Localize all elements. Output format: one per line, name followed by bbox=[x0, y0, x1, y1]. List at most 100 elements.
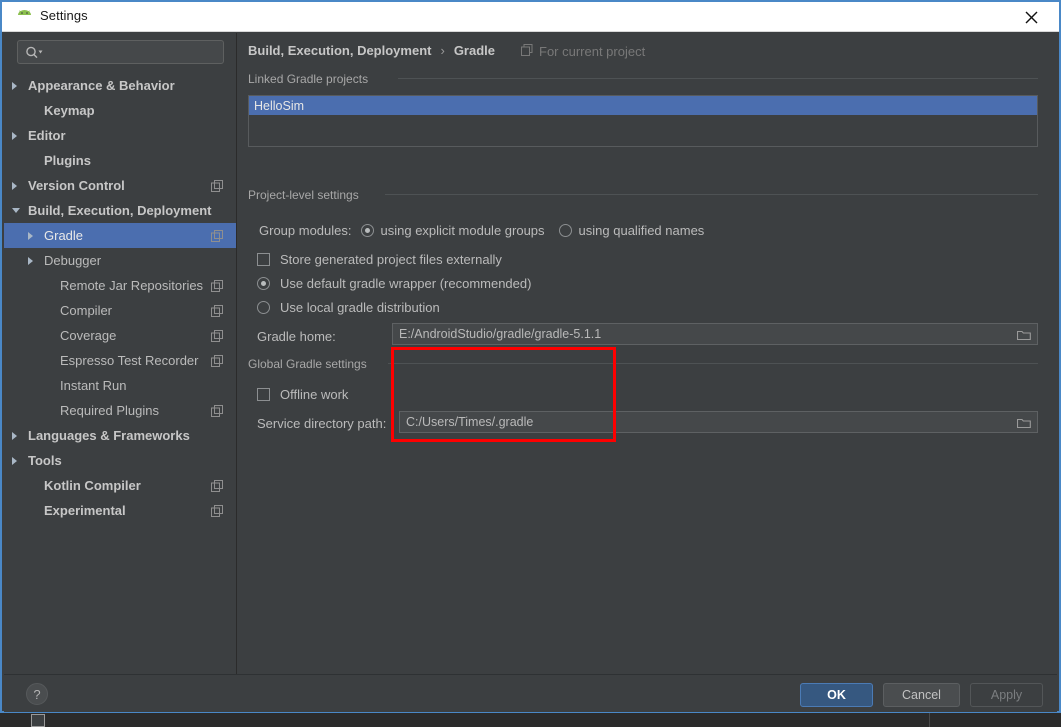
search-input[interactable] bbox=[17, 40, 224, 64]
service-directory-label: Service directory path: bbox=[257, 416, 387, 431]
copy-settings-icon[interactable] bbox=[211, 279, 223, 297]
sidebar-item-editor[interactable]: Editor bbox=[4, 123, 236, 148]
sidebar-item-label: Compiler bbox=[60, 303, 113, 318]
settings-tree: Appearance & Behavior Keymap Editor Plugins… bbox=[4, 73, 236, 674]
sidebar-item-label: Tools bbox=[28, 453, 62, 468]
sidebar-item-tools[interactable]: Tools bbox=[4, 448, 236, 473]
sidebar-item-languages-frameworks[interactable]: Languages & Frameworks bbox=[4, 423, 236, 448]
group-modules-label: Group modules: bbox=[259, 223, 352, 238]
local-distribution-row: Use local gradle distribution bbox=[257, 300, 440, 315]
gradle-home-input[interactable]: E:/AndroidStudio/gradle/gradle-5.1.1 bbox=[392, 323, 1038, 345]
sidebar-item-label: Coverage bbox=[60, 328, 117, 343]
radio-label-qualified-names[interactable]: using qualified names bbox=[579, 223, 705, 238]
sidebar-item-plugins[interactable]: Plugins bbox=[4, 148, 236, 173]
copy-settings-icon[interactable] bbox=[211, 479, 223, 497]
sidebar-item-label: Kotlin Compiler bbox=[44, 478, 141, 493]
checkbox-offline-work[interactable] bbox=[257, 388, 270, 401]
folder-browse-icon[interactable] bbox=[1016, 416, 1031, 434]
radio-use-default-gradle-wrapper[interactable] bbox=[257, 277, 270, 290]
copy-settings-icon[interactable] bbox=[211, 504, 223, 522]
service-directory-input[interactable]: C:/Users/Times/.gradle bbox=[399, 411, 1038, 433]
group-modules-row: Group modules: using explicit module gro… bbox=[259, 223, 704, 238]
copy-settings-icon[interactable] bbox=[211, 404, 223, 422]
copy-settings-icon[interactable] bbox=[211, 304, 223, 322]
radio-label-default-wrapper[interactable]: Use default gradle wrapper (recommended) bbox=[280, 276, 531, 291]
copy-settings-icon[interactable] bbox=[211, 329, 223, 347]
title-bar: Settings bbox=[2, 2, 1059, 32]
sidebar-item-required-plugins[interactable]: Required Plugins bbox=[4, 398, 236, 423]
chevron-right-icon[interactable] bbox=[28, 231, 33, 240]
sidebar-item-appearance-behavior[interactable]: Appearance & Behavior bbox=[4, 73, 236, 98]
sidebar-item-label: Espresso Test Recorder bbox=[60, 353, 199, 368]
checkbox-label-store-externally[interactable]: Store generated project files externally bbox=[280, 252, 502, 267]
cancel-button[interactable]: Cancel bbox=[883, 683, 960, 707]
sidebar-item-label: Gradle bbox=[44, 228, 84, 243]
chevron-right-icon[interactable] bbox=[12, 456, 17, 465]
sidebar-item-label: Required Plugins bbox=[60, 403, 160, 418]
close-icon[interactable] bbox=[1011, 2, 1051, 32]
global-settings-group-title: Global Gradle settings bbox=[248, 357, 374, 371]
linked-projects-divider bbox=[398, 78, 1038, 79]
sidebar-item-version-control[interactable]: Version Control bbox=[4, 173, 236, 198]
taskbar-icon[interactable] bbox=[31, 714, 45, 727]
folder-browse-icon[interactable] bbox=[1016, 328, 1031, 346]
sidebar-item-label: Version Control bbox=[28, 178, 125, 193]
radio-use-local-gradle-distribution[interactable] bbox=[257, 301, 270, 314]
sidebar-item-build-execution-deployment[interactable]: Build, Execution, Deployment bbox=[4, 198, 236, 223]
breadcrumb-leaf: Gradle bbox=[453, 43, 495, 58]
project-scope-label: For current project bbox=[539, 44, 646, 59]
sidebar-item-gradle[interactable]: Gradle bbox=[4, 223, 236, 248]
help-button[interactable]: ? bbox=[26, 683, 48, 705]
radio-label-explicit-groups[interactable]: using explicit module groups bbox=[381, 223, 545, 238]
copy-settings-icon[interactable] bbox=[211, 229, 223, 247]
gradle-home-label: Gradle home: bbox=[257, 329, 336, 344]
sidebar-item-espresso-test-recorder[interactable]: Espresso Test Recorder bbox=[4, 348, 236, 373]
breadcrumb-separator-icon: › bbox=[440, 43, 445, 58]
sidebar-item-debugger[interactable]: Debugger bbox=[4, 248, 236, 273]
offline-work-row: Offline work bbox=[257, 387, 348, 402]
chevron-down-icon[interactable] bbox=[12, 208, 20, 213]
dialog-footer: ? OK Cancel Apply bbox=[4, 674, 1057, 712]
project-level-divider bbox=[385, 194, 1038, 195]
gradle-settings-panel: Build, Execution, Deployment › Gradle Fo… bbox=[238, 33, 1057, 674]
sidebar-item-instant-run[interactable]: Instant Run bbox=[4, 373, 236, 398]
store-externally-row: Store generated project files externally bbox=[257, 252, 502, 267]
sidebar-item-label: Debugger bbox=[44, 253, 102, 268]
service-directory-value: C:/Users/Times/.gradle bbox=[406, 415, 534, 429]
radio-label-local-distribution[interactable]: Use local gradle distribution bbox=[280, 300, 440, 315]
apply-button[interactable]: Apply bbox=[970, 683, 1043, 707]
sidebar-item-coverage[interactable]: Coverage bbox=[4, 323, 236, 348]
linked-projects-group-title: Linked Gradle projects bbox=[248, 72, 376, 86]
list-item[interactable]: HelloSim bbox=[249, 96, 1037, 115]
sidebar-item-label: Build, Execution, Deployment bbox=[28, 203, 212, 218]
breadcrumb: Build, Execution, Deployment › Gradle bbox=[248, 43, 495, 58]
chevron-right-icon[interactable] bbox=[12, 181, 17, 190]
os-taskbar-strip bbox=[0, 713, 1061, 727]
sidebar-item-label: Instant Run bbox=[60, 378, 127, 393]
checkbox-store-generated-externally[interactable] bbox=[257, 253, 270, 266]
copy-settings-icon[interactable] bbox=[211, 179, 223, 197]
sidebar-item-compiler[interactable]: Compiler bbox=[4, 298, 236, 323]
sidebar-item-kotlin-compiler[interactable]: Kotlin Compiler bbox=[4, 473, 236, 498]
linked-gradle-projects-list[interactable]: HelloSim bbox=[248, 95, 1038, 147]
taskbar-divider bbox=[929, 713, 930, 727]
settings-sidebar: Appearance & Behavior Keymap Editor Plugins… bbox=[4, 33, 237, 674]
sidebar-item-remote-jar-repositories[interactable]: Remote Jar Repositories bbox=[4, 273, 236, 298]
sidebar-item-label: Keymap bbox=[44, 103, 95, 118]
chevron-right-icon[interactable] bbox=[28, 256, 33, 265]
chevron-right-icon[interactable] bbox=[12, 81, 17, 90]
sidebar-item-label: Appearance & Behavior bbox=[28, 78, 175, 93]
chevron-right-icon[interactable] bbox=[12, 431, 17, 440]
sidebar-item-experimental[interactable]: Experimental bbox=[4, 498, 236, 523]
project-level-group-title: Project-level settings bbox=[248, 188, 366, 202]
ok-button[interactable]: OK bbox=[800, 683, 873, 707]
checkbox-label-offline-work[interactable]: Offline work bbox=[280, 387, 348, 402]
chevron-right-icon[interactable] bbox=[12, 131, 17, 140]
gradle-home-value: E:/AndroidStudio/gradle/gradle-5.1.1 bbox=[399, 327, 602, 341]
android-icon bbox=[16, 10, 33, 24]
breadcrumb-parent[interactable]: Build, Execution, Deployment bbox=[248, 43, 431, 58]
radio-using-explicit-module-groups[interactable] bbox=[360, 224, 374, 237]
copy-settings-icon[interactable] bbox=[211, 354, 223, 372]
radio-using-qualified-names[interactable] bbox=[558, 224, 572, 237]
sidebar-item-keymap[interactable]: Keymap bbox=[4, 98, 236, 123]
